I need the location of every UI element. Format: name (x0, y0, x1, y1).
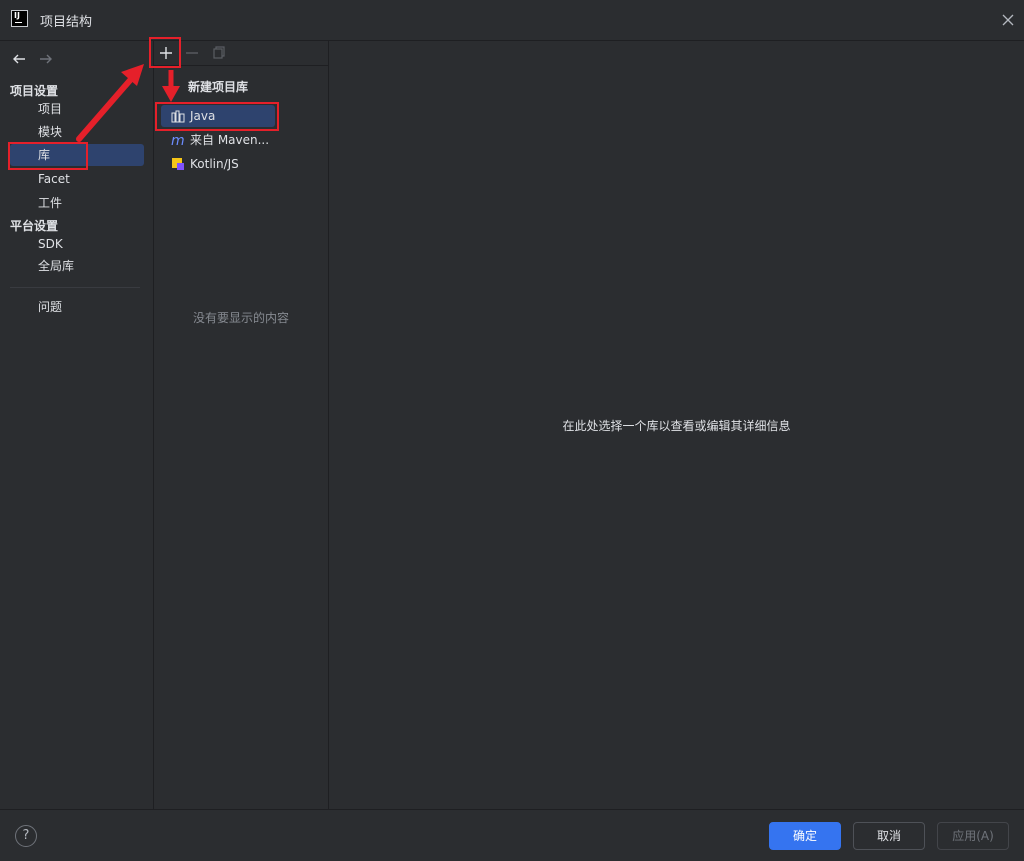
sidebar-item-global-libraries[interactable]: 全局库 (10, 255, 144, 277)
intellij-app-icon: IJ (11, 10, 28, 27)
sidebar-item-facets[interactable]: Facet (10, 168, 144, 190)
arrow-left-icon[interactable] (11, 51, 27, 67)
arrow-right-icon[interactable] (38, 51, 54, 67)
new-library-popup: 新建项目库 Java m 来自 Maven... Kotlin/JS (155, 74, 283, 184)
library-details-pane: 在此处选择一个库以查看或编辑其详细信息 (329, 41, 1024, 809)
sidebar-item-libraries[interactable]: 库 (10, 144, 144, 166)
popup-item-label: 来自 Maven... (190, 133, 270, 147)
apply-button[interactable]: 应用(A) (937, 822, 1009, 850)
kotlin-js-icon (172, 158, 184, 170)
copy-icon[interactable] (207, 43, 229, 63)
sidebar-divider (10, 287, 140, 288)
group-title-project-settings: 项目设置 (10, 84, 59, 98)
settings-sidebar: 项目设置 项目 模块 库 Facet 工件 平台设置 SDK 全局库 问题 (0, 41, 154, 809)
empty-list-text: 没有要显示的内容 (192, 311, 289, 325)
popup-item-maven[interactable]: m 来自 Maven... (161, 129, 275, 151)
sidebar-item-modules[interactable]: 模块 (10, 121, 144, 143)
sidebar-item-project[interactable]: 项目 (10, 98, 144, 120)
popup-item-kotlin-js[interactable]: Kotlin/JS (161, 153, 275, 175)
cancel-button[interactable]: 取消 (853, 822, 925, 850)
sidebar-item-artifacts[interactable]: 工件 (10, 192, 144, 214)
popup-title: 新建项目库 (188, 80, 249, 94)
window-title: 项目结构 (40, 15, 93, 30)
popup-item-label: Java (190, 109, 216, 123)
minus-icon[interactable] (181, 43, 203, 63)
maven-icon: m (171, 133, 185, 147)
java-library-icon (171, 110, 185, 123)
help-button[interactable]: ? (15, 825, 37, 847)
popup-item-java[interactable]: Java (161, 105, 275, 127)
plus-icon[interactable] (155, 43, 177, 63)
dialog-footer: ? 确定 取消 应用(A) (0, 809, 1024, 861)
popup-item-label: Kotlin/JS (190, 157, 239, 171)
sidebar-item-problems[interactable]: 问题 (10, 296, 144, 318)
group-title-platform-settings: 平台设置 (10, 219, 59, 233)
sidebar-item-sdks[interactable]: SDK (10, 233, 144, 255)
svg-text:m: m (171, 133, 185, 147)
details-hint: 在此处选择一个库以查看或编辑其详细信息 (562, 419, 791, 433)
title-bar: IJ 项目结构 (0, 0, 1024, 41)
ok-button[interactable]: 确定 (769, 822, 841, 850)
toolbar-separator (154, 65, 328, 66)
close-icon[interactable] (1000, 12, 1016, 28)
